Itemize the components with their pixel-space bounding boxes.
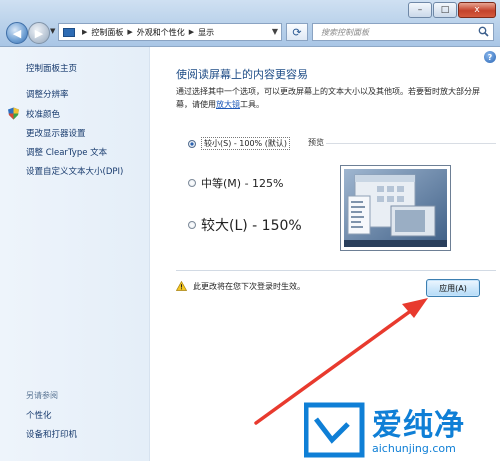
close-button[interactable]: x	[458, 2, 496, 18]
window-controls: – □ x	[407, 2, 496, 18]
refresh-button[interactable]: ⟳	[286, 23, 308, 41]
magnifier-link[interactable]: 放大镜	[216, 100, 240, 109]
option-larger[interactable]: 较大(L) - 150%	[188, 215, 302, 235]
breadcrumb-appearance[interactable]: 外观和个性化	[137, 27, 185, 38]
section-divider	[176, 270, 496, 271]
sidebar-home-link[interactable]: 控制面板主页	[26, 62, 77, 74]
sidebar-item-devices-printers[interactable]: 设备和打印机	[26, 428, 77, 440]
preview-image	[340, 165, 451, 251]
search-box[interactable]	[312, 23, 494, 41]
back-button[interactable]: ◀	[6, 22, 28, 44]
sidebar-item-cleartype[interactable]: 调整 ClearType 文本	[26, 146, 107, 158]
apply-button[interactable]: 应用(A)	[426, 279, 480, 297]
watermark-brand: 爱纯净	[372, 408, 465, 443]
radio-icon[interactable]	[188, 179, 196, 187]
preview-label: 预览	[308, 138, 324, 147]
sidebar-item-personalization[interactable]: 个性化	[26, 409, 52, 421]
logon-notice: 此更改将在您下次登录时生效。	[193, 282, 305, 291]
sidebar-item-calibrate-color[interactable]: 校准颜色	[26, 108, 60, 120]
preview-divider	[326, 143, 496, 144]
option-label: 较大(L) - 150%	[201, 218, 302, 234]
option-smaller[interactable]: 较小(S) - 100% (默认)	[188, 137, 290, 150]
page-description: 通过选择其中一个选项，可以更改屏幕上的文本大小以及其他项。若要暂时放大部分屏幕，…	[176, 85, 492, 111]
option-medium[interactable]: 中等(M) - 125%	[188, 175, 283, 191]
breadcrumb-display[interactable]: 显示	[198, 27, 214, 38]
page-title: 使阅读屏幕上的内容更容易	[176, 68, 308, 81]
breadcrumb-separator: ▶	[82, 28, 88, 36]
radio-selected-icon[interactable]	[188, 139, 196, 148]
description-text-end: 工具。	[240, 100, 264, 109]
sidebar: 控制面板主页 调整分辨率 校准颜色 更改显示器设置 调整 ClearType 文…	[0, 47, 150, 461]
window-chrome: – □ x ◀ ▶ ▼ ▶ 控制面板 ▶ 外观和个性化 ▶ 显示 ▼ ⟳	[0, 0, 500, 47]
sidebar-item-resolution[interactable]: 调整分辨率	[26, 88, 69, 100]
main-content: ? 使阅读屏幕上的内容更容易 通过选择其中一个选项，可以更改屏幕上的文本大小以及…	[150, 47, 500, 461]
address-bar[interactable]: ▶ 控制面板 ▶ 外观和个性化 ▶ 显示 ▼	[58, 23, 282, 41]
see-also-heading: 另请参阅	[26, 391, 58, 400]
option-label: 较小(S) - 100% (默认)	[201, 137, 290, 150]
breadcrumb-separator: ▶	[127, 28, 133, 36]
maximize-button[interactable]: □	[433, 2, 457, 18]
radio-icon[interactable]	[188, 221, 196, 229]
option-label: 中等(M) - 125%	[201, 177, 284, 190]
help-icon[interactable]: ?	[484, 51, 496, 63]
forward-button[interactable]: ▶	[28, 22, 50, 44]
shield-icon	[8, 107, 19, 120]
address-dropdown-icon[interactable]: ▼	[272, 27, 278, 36]
preview-desktop-illustration	[344, 169, 447, 247]
breadcrumb-separator: ▶	[188, 28, 195, 36]
breadcrumb-control-panel[interactable]: 控制面板	[91, 27, 123, 38]
watermark-url: aichunjing.com	[372, 442, 456, 455]
warning-icon	[176, 281, 187, 291]
watermark-logo	[304, 402, 365, 458]
sidebar-item-display-settings[interactable]: 更改显示器设置	[26, 127, 86, 139]
control-panel-icon	[63, 27, 75, 37]
minimize-button[interactable]: –	[408, 2, 432, 18]
recent-pages-dropdown[interactable]: ▼	[50, 27, 55, 35]
sidebar-item-custom-dpi[interactable]: 设置自定义文本大小(DPI)	[26, 165, 123, 177]
search-input[interactable]	[319, 26, 473, 38]
search-icon[interactable]	[478, 26, 489, 37]
